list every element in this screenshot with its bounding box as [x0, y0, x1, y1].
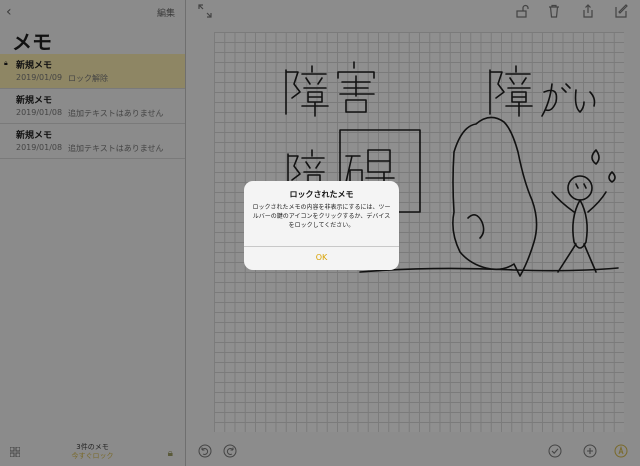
alert-title: ロックされたメモ: [289, 190, 354, 199]
locked-note-alert: ロックされたメモ ロックされたメモの内容を非表示にするには、ツールバーの鍵のアイ…: [244, 181, 399, 270]
note-title: 新規メモ: [16, 61, 53, 71]
lock-icon: 🔒︎: [4, 59, 8, 67]
sidebar-top-bar: ‹ 編集: [0, 4, 185, 20]
checklist-icon[interactable]: [548, 444, 562, 458]
edit-button[interactable]: 編集: [157, 6, 175, 19]
trash-icon[interactable]: [547, 4, 561, 18]
note-subtitle: 追加テキストはありません: [68, 109, 164, 118]
chevron-left-icon[interactable]: ‹: [6, 4, 12, 20]
alert-message: ロックされたメモの内容を非表示にするには、ツールバーの鍵のアイコンをクリックする…: [252, 204, 391, 229]
note-date: 2019/01/08: [16, 108, 63, 117]
expand-icon[interactable]: [198, 4, 212, 18]
share-icon[interactable]: [581, 4, 595, 18]
markup-pen-icon[interactable]: [614, 444, 628, 458]
lock-now-button[interactable]: 今すぐロック: [0, 451, 185, 461]
sidebar-title: メモ: [12, 30, 52, 54]
note-title: 新規メモ: [16, 131, 53, 141]
sidebar-bottom-bar: 3件のメモ 今すぐロック 🔒︎: [0, 436, 185, 466]
compose-icon[interactable]: [614, 4, 628, 18]
redo-icon[interactable]: [223, 444, 237, 458]
note-list-item[interactable]: 🔒︎ 新規メモ 2019/01/09 ロック解除: [0, 54, 185, 89]
note-subtitle: 追加テキストはありません: [68, 144, 164, 153]
note-date: 2019/01/08: [16, 143, 63, 152]
add-icon[interactable]: [583, 444, 597, 458]
note-list-item[interactable]: 新規メモ 2019/01/08 追加テキストはありません: [0, 89, 185, 124]
note-list-item[interactable]: 新規メモ 2019/01/08 追加テキストはありません: [0, 124, 185, 159]
lock-open-icon[interactable]: [515, 4, 529, 18]
note-subtitle: ロック解除: [68, 74, 108, 83]
ok-button[interactable]: OK: [244, 246, 399, 270]
note-title: 新規メモ: [16, 96, 53, 106]
note-date: 2019/01/09: [16, 73, 63, 82]
notes-sidebar: ‹ 編集 メモ 🔒︎ 新規メモ 2019/01/09 ロック解除 新規メモ 20…: [0, 0, 186, 466]
undo-icon[interactable]: [198, 444, 212, 458]
lock-icon: 🔒︎: [167, 448, 173, 459]
